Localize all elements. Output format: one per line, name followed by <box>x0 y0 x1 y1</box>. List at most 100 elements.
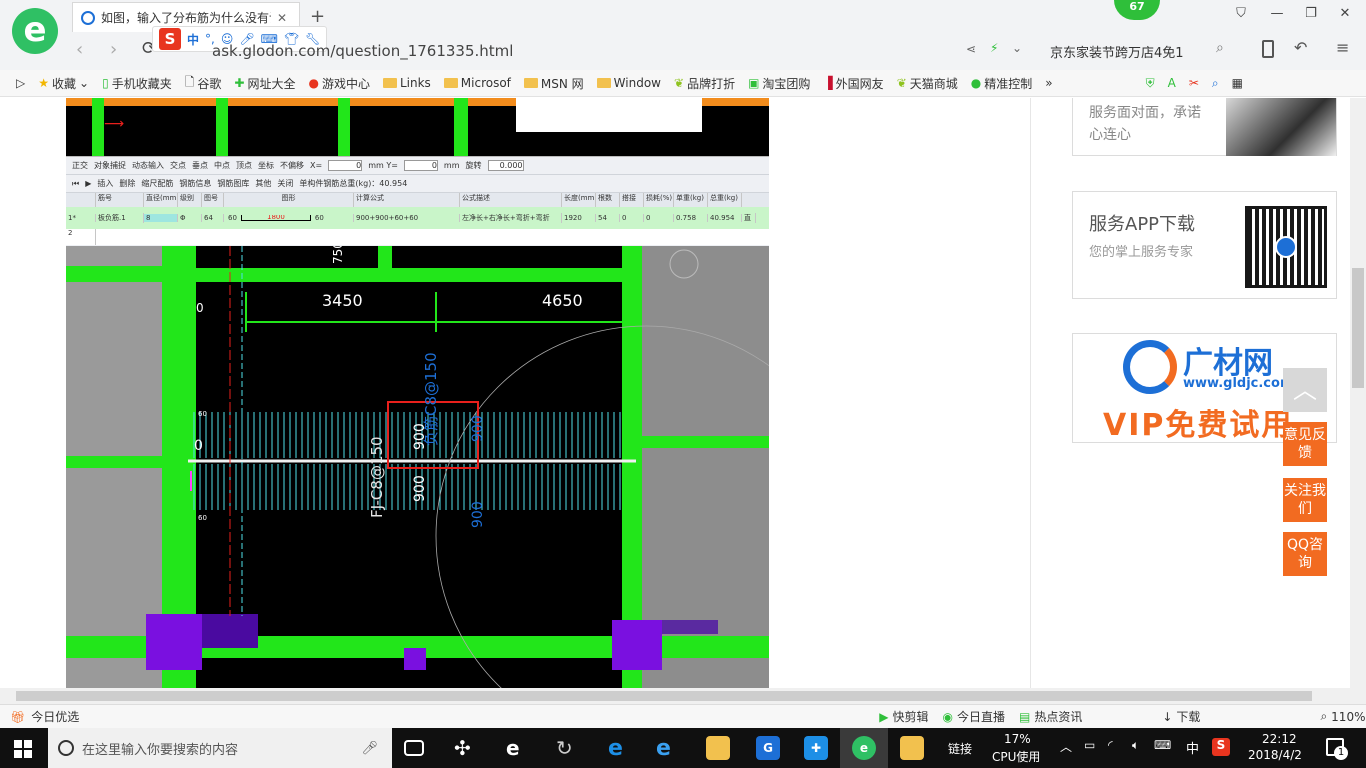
bookmark-item[interactable]: 🗋︎ 谷歌 <box>185 73 222 94</box>
today-picks[interactable]: 今日优选 <box>31 708 79 725</box>
follow-button[interactable]: 关注我们 <box>1283 478 1327 522</box>
app-download-card[interactable]: 服务APP下载 您的掌上服务专家 <box>1072 191 1337 299</box>
file-explorer-icon[interactable] <box>706 736 730 760</box>
swirl-icon[interactable]: ↻ <box>556 736 580 760</box>
status-item[interactable]: 下载 <box>1176 708 1200 725</box>
skin-icon[interactable]: ⛉ <box>1230 6 1252 24</box>
lightning-icon[interactable]: ⚡ <box>990 41 998 55</box>
bookmark-item[interactable]: ✚ 网址大全 <box>234 75 295 92</box>
hscroll-thumb[interactable] <box>16 691 1312 701</box>
ime-tray[interactable]: 中 <box>1186 738 1199 757</box>
shield-icon[interactable]: ⛨ <box>1146 76 1155 91</box>
restore-icon[interactable]: ❐ <box>1300 6 1322 24</box>
horizontal-scrollbar[interactable] <box>0 688 1366 704</box>
nav-first-icon[interactable]: ⏮ <box>72 179 79 189</box>
ie-blue-icon[interactable]: e <box>656 736 680 761</box>
ie-icon[interactable]: e <box>506 736 530 760</box>
cad-tool-insert[interactable]: 插入 <box>97 178 113 189</box>
scissors-icon[interactable]: ✂ <box>1189 76 1199 90</box>
cad-tool-delete[interactable]: 删除 <box>119 178 135 189</box>
tab-close-icon[interactable]: ✕ <box>277 11 287 25</box>
nav-next-icon[interactable]: ▶ <box>85 179 91 188</box>
bookmark-item[interactable]: ★ 收藏 ⌄ <box>38 75 89 92</box>
cad-tool-library[interactable]: 钢筋图库 <box>217 178 249 189</box>
more-bookmarks-icon[interactable]: » <box>1045 76 1052 90</box>
bookmark-item[interactable]: ● 精准控制 <box>971 75 1033 92</box>
task-view-icon[interactable] <box>404 740 424 756</box>
bookmark-item[interactable]: ❦ 天猫商城 <box>897 75 958 92</box>
clock-time[interactable]: 22:12 <box>1262 732 1297 746</box>
table-row[interactable]: 1* 板负筋.1 8 Φ 64 60 1800 60 900+900+60+60… <box>66 207 769 229</box>
start-icon[interactable] <box>14 740 32 758</box>
cad-tool-other[interactable]: 其他 <box>255 178 271 189</box>
zoom-level[interactable]: 110% <box>1331 710 1365 724</box>
search-icon[interactable]: ⌕ <box>1212 76 1219 91</box>
menu-icon[interactable]: ≡ <box>1336 38 1349 57</box>
edge-icon[interactable]: e <box>608 736 632 761</box>
bookmark-item[interactable]: ▯ 手机收藏夹 <box>102 75 172 92</box>
cad-tool-close[interactable]: 关闭 <box>277 178 293 189</box>
microphone-icon[interactable]: 🎤︎ <box>361 741 378 756</box>
rotate-input[interactable]: 0.000 <box>487 160 524 171</box>
grid-icon[interactable]: ▦ <box>1232 76 1243 90</box>
cad-tool-mid[interactable]: 中点 <box>214 160 230 171</box>
sogou-tray-icon[interactable]: S <box>1212 738 1230 756</box>
scroll-thumb[interactable] <box>1352 268 1364 388</box>
notes-icon[interactable] <box>900 736 924 760</box>
back-icon[interactable]: ‹ <box>76 39 83 60</box>
close-window-icon[interactable]: ✕ <box>1334 6 1356 24</box>
undo-icon[interactable]: ↶ <box>1294 38 1307 57</box>
translate-icon[interactable]: A <box>1168 76 1176 90</box>
cad-tool-offset[interactable]: 不偏移 <box>280 160 304 171</box>
bookmark-item[interactable]: ▣ 淘宝团购 <box>748 75 810 92</box>
share-icon[interactable]: ⋖ <box>966 42 976 56</box>
cad-tool-vertex[interactable]: 顶点 <box>236 160 252 171</box>
minimize-icon[interactable]: — <box>1266 6 1288 24</box>
notification-badge[interactable]: 67 <box>1114 0 1160 20</box>
cad-tool-perp[interactable]: 垂点 <box>192 160 208 171</box>
feedback-button[interactable]: 意见反馈 <box>1283 422 1327 466</box>
keyboard-tray-icon[interactable]: ⌨ <box>1154 738 1171 752</box>
pinwheel-icon[interactable]: ✣ <box>454 736 478 760</box>
taskbar-search[interactable]: 在这里输入你要搜索的内容 🎤︎ <box>48 728 392 768</box>
bookmark-item[interactable]: ▐ 外国网友 <box>823 75 883 92</box>
qq-consult-button[interactable]: QQ咨询 <box>1283 532 1327 576</box>
browser-task-active[interactable]: e <box>840 728 888 768</box>
cad-tool-intersect[interactable]: 交点 <box>170 160 186 171</box>
new-tab-icon[interactable]: + <box>310 6 325 27</box>
search-icon[interactable]: ⌕ <box>1216 40 1224 56</box>
bookmark-item[interactable]: Window <box>596 76 661 90</box>
url-bar[interactable]: ask.glodon.com/question_1761335.html <box>212 42 513 60</box>
glodon-icon[interactable]: G <box>756 736 780 760</box>
volume-icon[interactable]: 🔈︎ <box>1132 738 1139 753</box>
mobile-icon[interactable] <box>1262 40 1274 58</box>
status-item[interactable]: 今日直播 <box>957 708 1005 725</box>
status-item[interactable]: 快剪辑 <box>892 708 928 725</box>
vertical-scrollbar[interactable] <box>1350 98 1366 688</box>
battery-icon[interactable]: ▭ <box>1084 738 1095 752</box>
bookmark-item[interactable]: MSN 网 <box>523 75 584 92</box>
cad-tool-dynamic[interactable]: 动态输入 <box>132 160 164 171</box>
x-input[interactable]: 0 <box>328 160 363 171</box>
bookmark-item[interactable]: Links <box>382 76 431 90</box>
table-row[interactable]: 2 <box>66 229 769 245</box>
bookmark-item[interactable]: ❦ 品牌打折 <box>674 75 735 92</box>
cad-tool-scale[interactable]: 缩尺配筋 <box>141 178 173 189</box>
forward-icon[interactable]: › <box>110 39 117 60</box>
cad-tool-ortho[interactable]: 正交 <box>72 160 88 171</box>
y-input[interactable]: 0 <box>403 160 438 171</box>
wifi-icon[interactable]: ◜ <box>1108 738 1113 752</box>
dropdown-icon[interactable]: ⌄ <box>1012 41 1022 55</box>
tray-up-icon[interactable]: ︿ <box>1060 738 1072 755</box>
back-to-top-button[interactable]: ︿ <box>1283 368 1327 412</box>
cad-tool-snap[interactable]: 对象捕捉 <box>94 160 126 171</box>
links-toolbar[interactable]: 链接 <box>948 740 972 757</box>
sidebar-toggle-icon[interactable]: ▷ <box>16 76 25 90</box>
search-suggest[interactable]: 京东家装节跨万店4免1 <box>1050 42 1200 61</box>
clock-date[interactable]: 2018/4/2 <box>1248 748 1302 762</box>
status-item[interactable]: 热点资讯 <box>1034 708 1082 725</box>
bookmark-item[interactable]: ● 游戏中心 <box>308 75 370 92</box>
plus-app-icon[interactable]: ✚ <box>804 736 828 760</box>
bookmark-item[interactable]: Microsof <box>443 76 511 90</box>
cad-tool-info[interactable]: 钢筋信息 <box>179 178 211 189</box>
